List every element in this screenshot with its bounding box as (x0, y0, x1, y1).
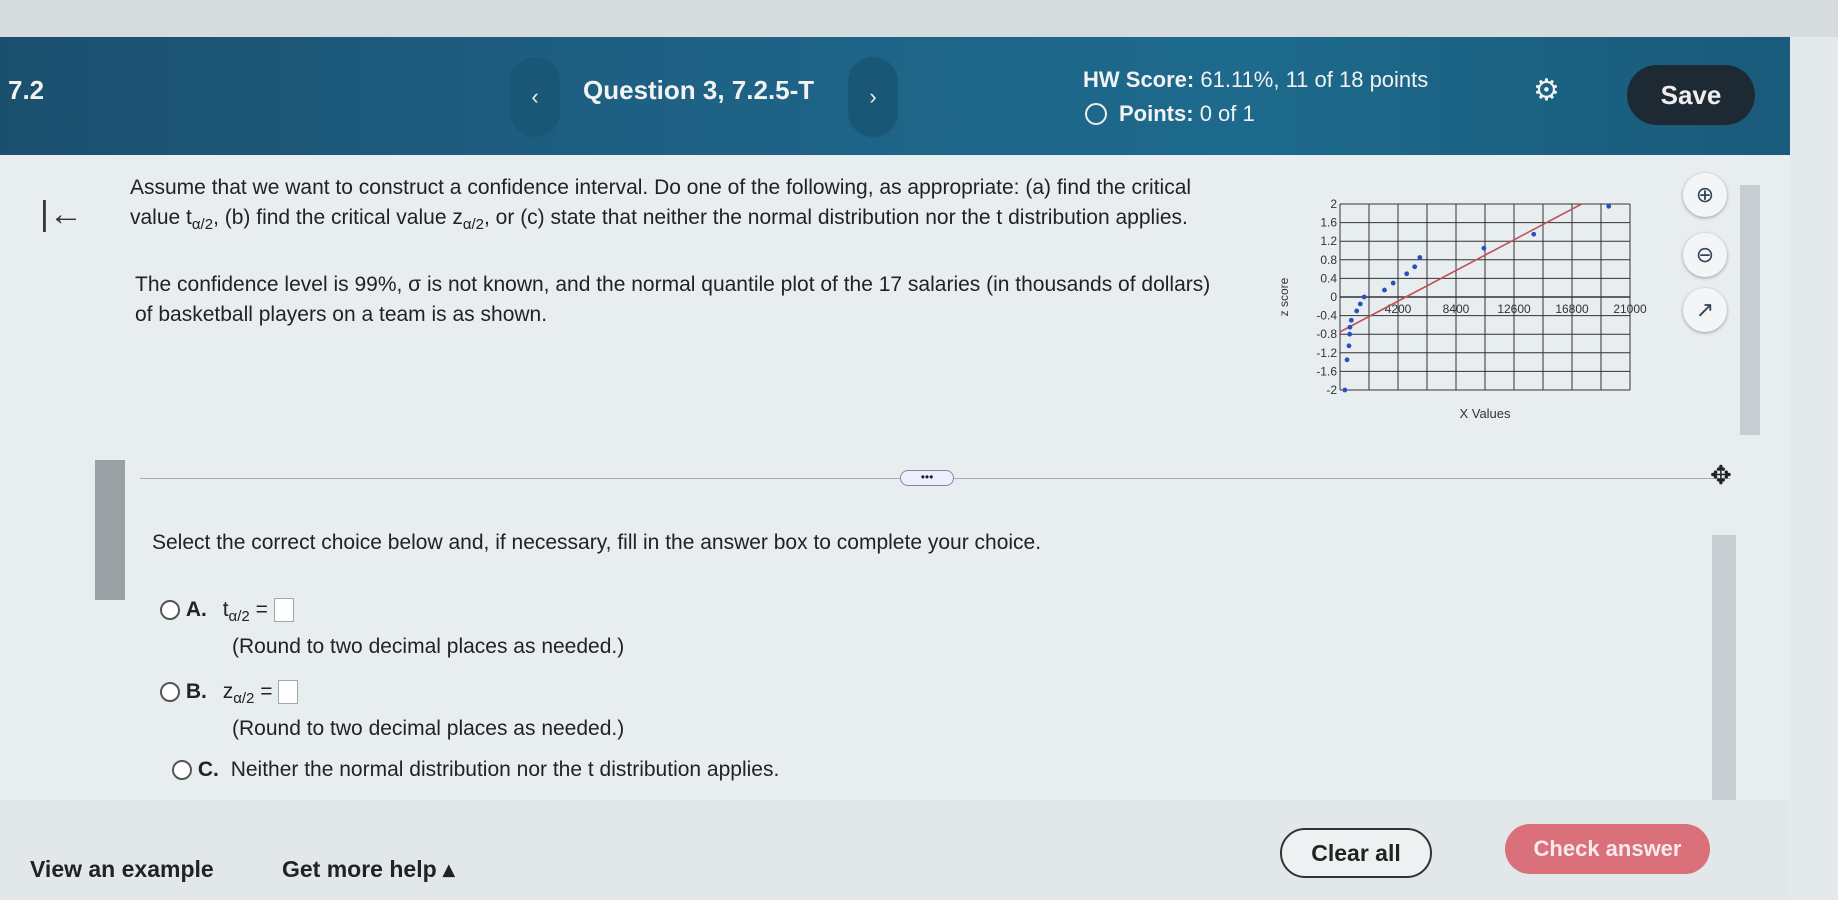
x-tick-label: 21000 (1613, 302, 1647, 316)
instructions: Select the correct choice below and, if … (152, 531, 1042, 554)
check-answer-button[interactable]: Check answer (1505, 824, 1710, 874)
y-tick-label: -1.6 (1316, 364, 1337, 378)
points-label: Points: (1119, 101, 1194, 126)
data-point (1344, 357, 1350, 363)
footer-bar: View an example Get more help ▴ Clear al… (0, 800, 1790, 900)
data-point (1342, 387, 1348, 393)
question-title: Question 3, 7.2.5-T (583, 75, 815, 105)
option-variable: z (222, 680, 234, 703)
option-a[interactable]: A. tα/2 = (Round to two decimal places a… (160, 598, 624, 659)
prev-question-button[interactable]: ‹ (510, 57, 560, 137)
expand-divider-button[interactable]: ••• (900, 470, 954, 486)
question-text-part: , or (c) state that neither the normal d… (484, 206, 1188, 229)
y-tick-label: 1.2 (1320, 234, 1337, 248)
data-point (1606, 203, 1612, 209)
zoom-out-icon[interactable]: ⊖ (1683, 233, 1727, 277)
answer-box-a[interactable] (273, 598, 294, 623)
y-tick-label: 2 (1330, 197, 1337, 211)
data-point (1347, 331, 1353, 337)
hw-score-label: HW Score: (1083, 67, 1195, 92)
option-a-radio[interactable] (160, 600, 180, 621)
y-tick-label: -0.4 (1316, 309, 1337, 323)
get-more-help-link[interactable]: Get more help ▴ (282, 856, 455, 883)
question-line: The confidence level is 99%, σ is not kn… (135, 273, 1211, 297)
data-point (1531, 231, 1537, 237)
next-question-button[interactable]: › (848, 57, 898, 137)
subscript: α/2 (462, 216, 485, 234)
option-b[interactable]: B. zα/2 = (Round to two decimal places a… (160, 680, 624, 741)
question-panel: |← Assume that we want to construct a co… (0, 155, 1790, 895)
data-point (1361, 294, 1367, 300)
data-point (1348, 317, 1354, 323)
rounding-note: (Round to two decimal places as needed.) (232, 717, 625, 741)
y-axis-label: z score (1277, 277, 1291, 316)
y-tick-label: -1.2 (1316, 346, 1337, 360)
y-tick-label: 0 (1330, 290, 1337, 304)
gear-icon[interactable]: ⚙ (1533, 73, 1560, 108)
option-c-radio[interactable] (172, 760, 192, 781)
hw-score: HW Score: 61.11%, 11 of 18 points (1083, 67, 1428, 93)
question-text-part: value t (130, 206, 192, 229)
y-tick-label: 1.6 (1320, 216, 1337, 230)
external-link-icon[interactable]: ↗ (1683, 288, 1727, 332)
data-point (1412, 264, 1418, 270)
clear-all-button[interactable]: Clear all (1280, 828, 1432, 878)
option-b-radio[interactable] (160, 682, 180, 703)
move-icon[interactable]: ✥ (1710, 460, 1732, 491)
top-strip (0, 0, 1838, 37)
data-point (1417, 255, 1423, 260)
data-point (1346, 343, 1352, 349)
data-point (1354, 308, 1360, 314)
data-point (1390, 280, 1396, 286)
hw-score-value: 61.11%, 11 of 18 points (1200, 67, 1429, 92)
save-button[interactable]: Save (1627, 65, 1755, 125)
option-c[interactable]: C. Neither the normal distribution nor t… (172, 758, 779, 782)
normal-quantile-plot: 2 1.6 1.2 0.8 0.4 0 -0.4 -0.8 -1.2 -1.6 -2 4200 8400… (1277, 197, 1647, 421)
rounding-note: (Round to two decimal places as needed.) (232, 635, 625, 659)
option-letter: B. (185, 680, 207, 703)
x-tick-label: 4200 (1385, 302, 1412, 316)
subscript: α/2 (191, 216, 214, 234)
y-tick-label: -0.8 (1316, 327, 1337, 341)
x-tick-label: 16800 (1555, 302, 1589, 316)
equals: = (260, 680, 273, 703)
x-axis-label: X Values (1459, 406, 1511, 421)
data-point (1481, 245, 1487, 251)
y-tick-label: 0.4 (1320, 271, 1337, 285)
question-text: Assume that we want to construct a confi… (130, 173, 1280, 330)
data-point (1382, 287, 1387, 293)
points: Points: 0 of 1 (1085, 101, 1255, 127)
subscript: α/2 (233, 690, 255, 708)
header-bar: 7.2 ‹ Question 3, 7.2.5-T › HW Score: 61… (0, 37, 1790, 155)
x-tick-label: 8400 (1443, 302, 1470, 316)
zoom-in-icon[interactable]: ⊕ (1683, 173, 1727, 217)
left-scrollbar[interactable] (95, 460, 125, 600)
y-tick-label: -2 (1326, 383, 1337, 397)
section-label: 7.2 (8, 75, 45, 105)
back-to-start-icon[interactable]: |← (40, 195, 83, 234)
x-tick-label: 12600 (1497, 302, 1531, 316)
option-letter: C. (197, 758, 219, 781)
scrollbar-top[interactable] (1740, 185, 1760, 435)
points-value: 0 of 1 (1199, 101, 1255, 126)
view-example-link[interactable]: View an example (30, 856, 214, 883)
question-text-part: , (b) find the critical value z (213, 206, 463, 229)
question-line: of basketball players on a team is as sh… (135, 303, 548, 327)
option-text: Neither the normal distribution nor the … (230, 758, 780, 781)
data-point (1357, 301, 1363, 307)
subscript: α/2 (228, 608, 250, 626)
answer-box-b[interactable] (278, 680, 299, 705)
y-tick-label: 0.8 (1320, 253, 1337, 267)
question-line: Assume that we want to construct a confi… (130, 176, 1192, 199)
data-point (1404, 271, 1410, 277)
status-circle-icon (1085, 103, 1107, 125)
data-point (1347, 324, 1353, 330)
option-letter: A. (185, 598, 207, 621)
equals: = (255, 598, 268, 621)
